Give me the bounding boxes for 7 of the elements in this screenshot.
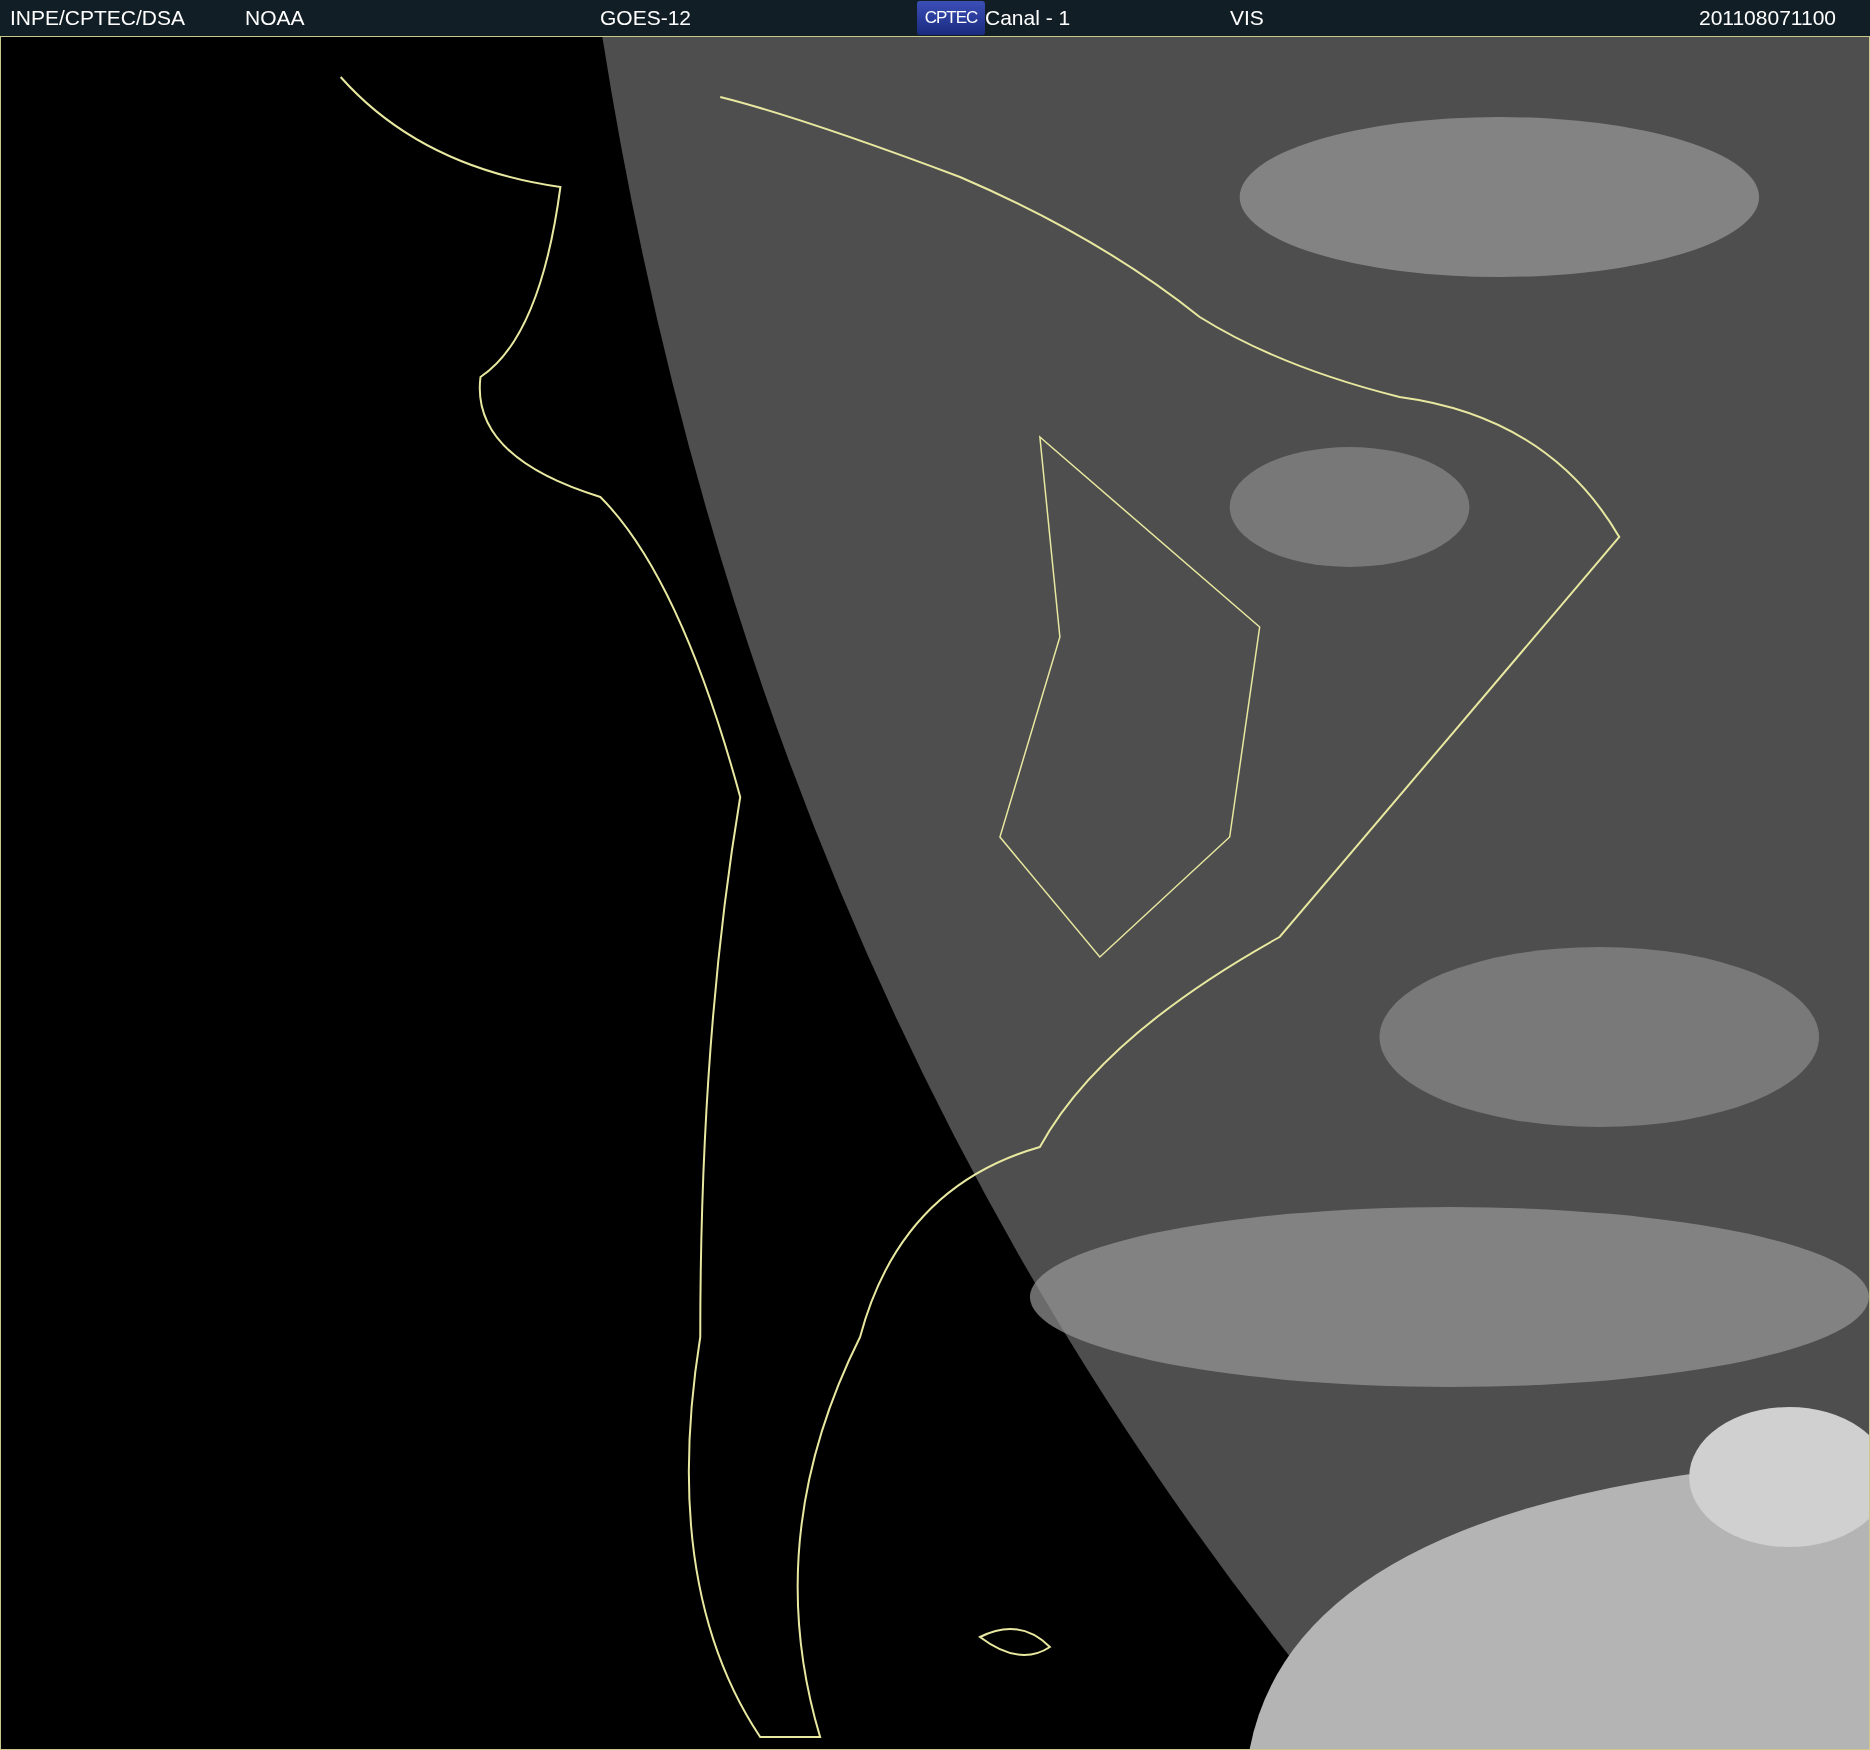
logo: CPTEC [917,1,985,35]
header-label: 201108071100 [1698,6,1836,30]
header-label: INPE/CPTEC/DSA [10,6,186,30]
header-label: Canal - 1 [985,6,1071,30]
header-label: VIS [1230,6,1264,30]
header-label: NOAA [245,6,305,30]
header-label: GOES-12 [600,6,692,30]
